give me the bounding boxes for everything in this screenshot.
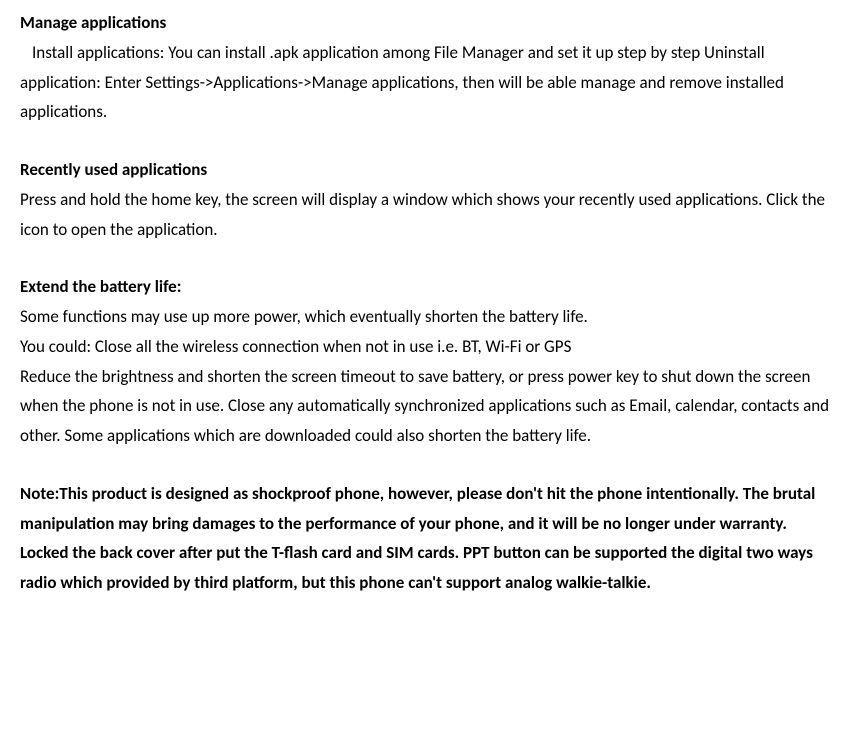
battery-body-1: Some functions may use up more power, wh… <box>20 302 844 332</box>
recent-apps-body: Press and hold the home key, the screen … <box>20 185 844 245</box>
section-spacer <box>20 451 844 479</box>
manage-apps-heading: Manage applications <box>20 8 844 38</box>
battery-body-2: You could: Close all the wireless connec… <box>20 332 844 362</box>
note-body-1: Note:This product is designed as shockpr… <box>20 479 844 539</box>
recent-apps-heading: Recently used applications <box>20 155 844 185</box>
battery-body-3: Reduce the brightness and shorten the sc… <box>20 362 844 451</box>
note-body-2: Locked the back cover after put the T-fl… <box>20 538 844 598</box>
section-spacer <box>20 127 844 155</box>
manage-apps-body: Install applications: You can install .a… <box>20 38 844 127</box>
section-spacer <box>20 244 844 272</box>
battery-heading: Extend the battery life: <box>20 272 844 302</box>
